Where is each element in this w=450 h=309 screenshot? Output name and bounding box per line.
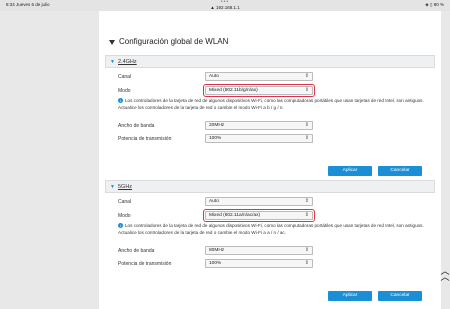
canal-value: Auto [209, 199, 219, 204]
cancel-button[interactable]: Cancelar [378, 166, 422, 176]
updown-icon: ⇕ [304, 247, 309, 253]
updown-icon: ⇕ [304, 87, 309, 93]
ancho-value: 80MHz [209, 248, 225, 253]
status-indicators: ◈ ▯ 80 % [425, 2, 444, 7]
canal-select[interactable]: Auto ⇕ [205, 72, 313, 81]
ancho-label: Ancho de banda [118, 123, 155, 129]
ancho-select[interactable]: 80MHz ⇕ [205, 246, 313, 255]
potencia-label: Potencia de transmisión [118, 261, 172, 267]
band-24ghz-label: 2.4GHz [118, 59, 137, 65]
triangle-down-icon: ▼ [110, 184, 115, 190]
potencia-value: 100% [209, 261, 222, 266]
info-text: Los controladores de la tarjeta de red d… [118, 223, 424, 235]
modo-select[interactable]: Mixed (802.11b/g/n/ax) ⇕ [203, 84, 315, 97]
apply-button[interactable]: Aplicar [328, 291, 372, 301]
modo-label: Modo [118, 213, 131, 219]
info-icon: i [118, 98, 123, 104]
modo-label: Modo [118, 88, 131, 94]
updown-icon: ⇕ [304, 73, 309, 79]
info-note: i Los controladores de la tarjeta de red … [118, 223, 436, 236]
info-icon: i [118, 223, 123, 229]
canal-label: Canal [118, 199, 132, 205]
ancho-label: Ancho de banda [118, 248, 155, 254]
status-bar: 8:34 Jueves 6 de julio ••• ▲ 192.168.1.1… [0, 0, 450, 11]
canal-value: Auto [209, 74, 219, 79]
triangle-down-icon [109, 40, 115, 45]
canal-select[interactable]: Auto ⇕ [205, 197, 313, 206]
potencia-label: Potencia de transmisión [118, 136, 172, 142]
updown-icon: ⇕ [304, 122, 309, 128]
band-5ghz-label: 5GHz [118, 184, 133, 190]
cancel-button[interactable]: Cancelar [378, 291, 422, 301]
info-text: Los controladores de la tarjeta de red d… [118, 98, 424, 110]
apply-button[interactable]: Aplicar [328, 166, 372, 176]
band-24ghz-header[interactable]: ▼ 2.4GHz [105, 55, 435, 68]
ancho-select[interactable]: 20MHz ⇕ [205, 121, 313, 130]
updown-icon: ⇕ [304, 260, 309, 266]
band-24ghz: ▼ 2.4GHz Canal Auto ⇕ Modo Mixed (802.11… [105, 55, 435, 180]
main-panel: Configuración global de WLAN ▼ 2.4GHz Ca… [99, 11, 441, 309]
updown-icon: ⇕ [304, 212, 309, 218]
address-url[interactable]: ▲ 192.168.1.1 [0, 5, 450, 10]
ancho-value: 20MHz [209, 123, 225, 128]
modo-value: Mixed (802.11b/g/n/ax) [209, 88, 258, 93]
potencia-value: 100% [209, 136, 222, 141]
section-title: Configuración global de WLAN [119, 37, 229, 46]
double-chevron-up-icon[interactable]: ︿ ︿ [440, 267, 450, 284]
band-5ghz: ▼ 5GHz Canal Auto ⇕ Modo Mixed (802.11a/… [105, 180, 435, 305]
info-note: i Los controladores de la tarjeta de red … [118, 98, 436, 111]
canal-label: Canal [118, 74, 132, 80]
potencia-select[interactable]: 100% ⇕ [205, 259, 313, 268]
band-5ghz-header[interactable]: ▼ 5GHz [105, 180, 435, 193]
updown-icon: ⇕ [304, 198, 309, 204]
triangle-down-icon: ▼ [110, 59, 115, 65]
potencia-select[interactable]: 100% ⇕ [205, 134, 313, 143]
wlan-global-header[interactable]: Configuración global de WLAN [99, 36, 441, 50]
updown-icon: ⇕ [304, 135, 309, 141]
modo-value: Mixed (802.11a/n/ac/ax) [209, 213, 261, 218]
modo-select[interactable]: Mixed (802.11a/n/ac/ax) ⇕ [203, 209, 315, 222]
